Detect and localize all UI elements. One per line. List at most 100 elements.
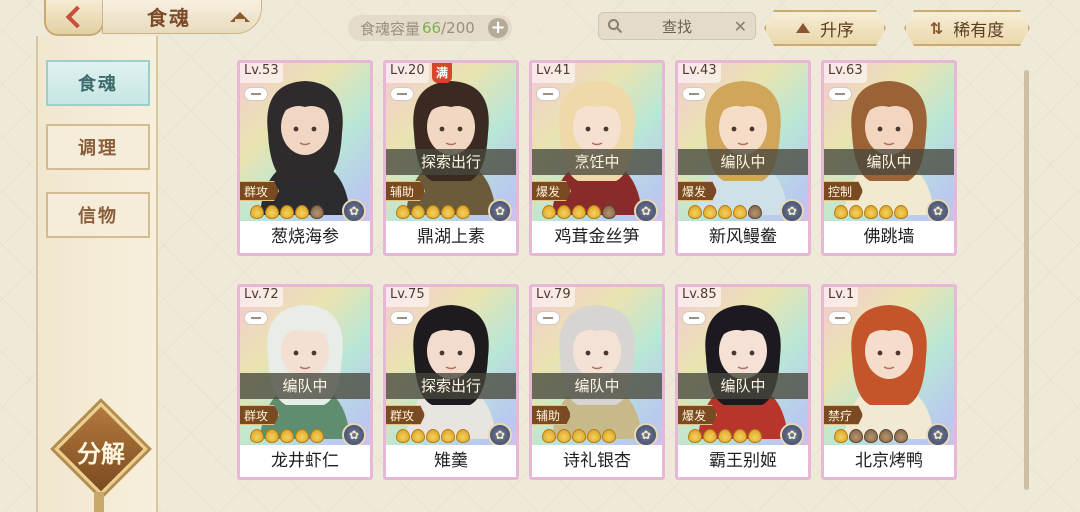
star-icon	[310, 205, 324, 219]
sort-order-icon: ⇅	[929, 18, 944, 38]
element-emblem-icon: ✿	[634, 199, 658, 223]
sidebar-item-conditioning[interactable]: 调理	[46, 124, 150, 170]
status-banner: 烹饪中	[532, 149, 662, 175]
decompose-label: 分解	[77, 439, 125, 468]
scrollbar-thumb[interactable]	[1024, 70, 1029, 490]
status-banner: 编队中	[240, 373, 370, 399]
food-soul-card[interactable]: Lv.41 烹饪中 爆发 ✿ 鸡茸金丝笋	[529, 60, 665, 256]
food-soul-card[interactable]: Lv.63 编队中 控制 ✿ 佛跳墙	[821, 60, 957, 256]
role-tag: 群攻	[386, 405, 426, 425]
back-chevron-icon	[65, 5, 89, 29]
sort-rarity-button[interactable]: ⇅ 稀有度	[904, 10, 1030, 46]
star-icon	[864, 429, 878, 443]
star-icon	[849, 205, 863, 219]
tassel-ornament	[94, 492, 104, 512]
star-rating	[250, 205, 324, 219]
lock-toggle-icon[interactable]	[390, 87, 414, 101]
sort-ascending-button[interactable]: 升序	[764, 10, 886, 46]
character-name: 葱烧海参	[240, 221, 370, 253]
decompose-button[interactable]: 分解	[54, 402, 148, 496]
level-badge: Lv.75	[386, 287, 429, 307]
status-banner: 编队中	[678, 373, 808, 399]
food-soul-card[interactable]: Lv.85 编队中 爆发 ✿ 霸王别姬	[675, 284, 811, 480]
sidebar-item-food-soul[interactable]: 食魂	[46, 60, 150, 106]
food-soul-card[interactable]: Lv.79 编队中 辅助 ✿ 诗礼银杏	[529, 284, 665, 480]
food-soul-card[interactable]: Lv.43 编队中 爆发 ✿ 新风鳗鲞	[675, 60, 811, 256]
back-button[interactable]	[44, 0, 104, 36]
lock-toggle-icon[interactable]	[828, 311, 852, 325]
character-name: 鼎湖上素	[386, 221, 516, 253]
star-icon	[441, 205, 455, 219]
max-badge: 满	[432, 63, 452, 83]
star-rating	[396, 205, 470, 219]
clear-search-icon[interactable]: ✕	[734, 17, 747, 36]
star-icon	[265, 205, 279, 219]
lock-toggle-icon[interactable]	[828, 87, 852, 101]
level-badge: Lv.1	[824, 287, 859, 307]
sort-ascending-label: 升序	[820, 20, 854, 41]
page-title: 食魂	[147, 6, 191, 30]
element-emblem-icon: ✿	[342, 199, 366, 223]
role-tag: 辅助	[532, 405, 572, 425]
food-soul-card[interactable]: Lv.53 群攻 ✿ 葱烧海参	[237, 60, 373, 256]
star-icon	[542, 429, 556, 443]
element-emblem-icon: ✿	[780, 199, 804, 223]
lock-toggle-icon[interactable]	[536, 311, 560, 325]
sidebar-item-tokens[interactable]: 信物	[46, 192, 150, 238]
role-tag: 禁疗	[824, 405, 864, 425]
star-icon	[426, 205, 440, 219]
star-icon	[879, 429, 893, 443]
star-icon	[718, 429, 732, 443]
lock-toggle-icon[interactable]	[390, 311, 414, 325]
sort-rarity-label: 稀有度	[953, 20, 1005, 41]
add-capacity-button[interactable]: +	[488, 18, 508, 38]
star-rating	[834, 205, 908, 219]
level-badge: Lv.53	[240, 63, 283, 83]
element-emblem-icon: ✿	[926, 199, 950, 223]
star-icon	[396, 205, 410, 219]
lock-toggle-icon[interactable]	[244, 311, 268, 325]
lock-toggle-icon[interactable]	[244, 87, 268, 101]
food-soul-card[interactable]: Lv.72 编队中 群攻 ✿ 龙井虾仁	[237, 284, 373, 480]
search-icon	[608, 19, 623, 34]
star-icon	[456, 429, 470, 443]
star-icon	[602, 205, 616, 219]
star-icon	[411, 429, 425, 443]
star-rating	[688, 429, 762, 443]
role-tag: 控制	[824, 181, 864, 201]
character-name: 鸡茸金丝笋	[532, 221, 662, 253]
status-banner: 编队中	[678, 149, 808, 175]
character-name: 北京烤鸭	[824, 445, 954, 477]
star-icon	[250, 205, 264, 219]
role-tag: 爆发	[532, 181, 572, 201]
star-icon	[441, 429, 455, 443]
lock-toggle-icon[interactable]	[682, 87, 706, 101]
star-icon	[703, 429, 717, 443]
food-soul-card[interactable]: Lv.20 满 探索出行 辅助 ✿ 鼎湖上素	[383, 60, 519, 256]
star-icon	[396, 429, 410, 443]
star-icon	[703, 205, 717, 219]
search-input[interactable]: 查找 ✕	[598, 12, 756, 40]
star-icon	[602, 429, 616, 443]
lock-toggle-icon[interactable]	[682, 311, 706, 325]
capacity-label: 食魂容量	[360, 19, 421, 38]
scrollbar[interactable]	[1024, 70, 1029, 490]
food-soul-card[interactable]: Lv.75 探索出行 群攻 ✿ 雉羹	[383, 284, 519, 480]
sidebar: 食魂 调理 信物 分解	[36, 36, 158, 512]
star-icon	[557, 205, 571, 219]
role-tag: 群攻	[240, 405, 280, 425]
star-icon	[250, 429, 264, 443]
capacity-display: 食魂容量 66 /200 +	[348, 15, 512, 41]
sidebar-item-label: 食魂	[78, 74, 118, 95]
star-rating	[396, 429, 470, 443]
star-icon	[748, 429, 762, 443]
star-icon	[411, 205, 425, 219]
lock-toggle-icon[interactable]	[536, 87, 560, 101]
star-rating	[834, 429, 908, 443]
food-soul-card[interactable]: Lv.1 禁疗 ✿ 北京烤鸭	[821, 284, 957, 480]
star-icon	[894, 205, 908, 219]
star-icon	[733, 429, 747, 443]
level-badge: Lv.41	[532, 63, 575, 83]
element-emblem-icon: ✿	[488, 423, 512, 447]
star-icon	[572, 429, 586, 443]
